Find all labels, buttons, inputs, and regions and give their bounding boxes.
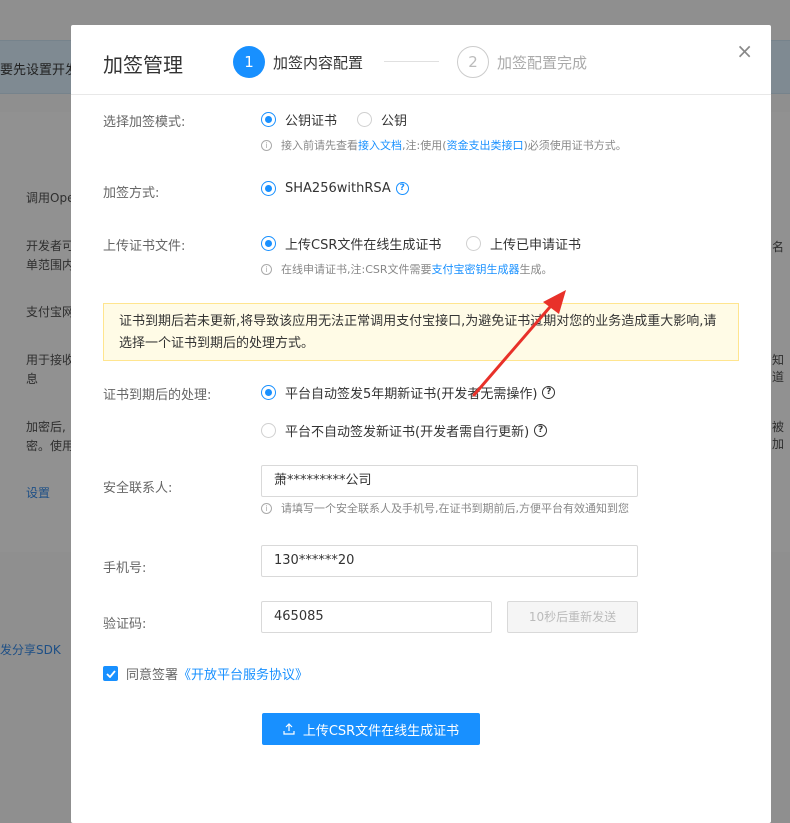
background-text: 密。使用 <box>26 439 75 453</box>
hint-text: 在线申请证书,注:CSR文件需要 <box>281 263 432 276</box>
step-1-number: 1 <box>233 46 265 78</box>
info-icon: i <box>261 263 272 275</box>
hint-text: 接入前请先查看 <box>281 139 358 152</box>
step-2: 2 加签配置完成 <box>457 46 587 78</box>
step-connector <box>384 61 439 62</box>
phone-input[interactable]: 130******20 <box>261 545 638 577</box>
background-text: 用于接收 <box>26 353 75 367</box>
phone-label: 手机号: <box>103 561 147 576</box>
key-generator-link[interactable]: 支付宝密钥生成器 <box>432 261 520 277</box>
sign-management-modal: 加签管理 1 加签内容配置 2 加签配置完成 × 选择加签模式: 公钥证书 公钥… <box>71 25 771 823</box>
radio-public-key-cert[interactable]: 公钥证书 <box>261 110 337 129</box>
radio-label: 公钥证书 <box>285 114 338 129</box>
sign-mode-label: 选择加签模式: <box>103 115 186 130</box>
radio-checked-icon <box>261 181 276 196</box>
radio-checked-icon <box>261 385 276 400</box>
radio-unchecked-icon <box>261 423 276 438</box>
background-settings-link[interactable]: 设置 <box>26 484 50 503</box>
agreement-checkbox[interactable] <box>103 666 118 681</box>
agreement-row: 同意签署 《开放平台服务协议》 <box>103 664 308 683</box>
radio-unchecked-icon <box>357 112 372 127</box>
help-icon[interactable]: ? <box>534 424 548 437</box>
contact-input[interactable]: 萧*********公司 <box>261 465 638 497</box>
radio-public-key[interactable]: 公钥 <box>357 110 407 129</box>
modal-header: 加签管理 1 加签内容配置 2 加签配置完成 × <box>71 25 771 95</box>
agreement-link[interactable]: 《开放平台服务协议》 <box>178 664 308 683</box>
step-2-label: 加签配置完成 <box>497 53 588 72</box>
access-doc-link[interactable]: 接入文档 <box>358 137 402 153</box>
upload-csr-button-label: 上传CSR文件在线生成证书 <box>302 723 460 739</box>
radio-label: 上传CSR文件在线生成证书 <box>285 238 442 253</box>
background-text: 单范围内 <box>26 258 75 272</box>
hint-text: ,注:使用( <box>402 139 447 152</box>
code-label: 验证码: <box>103 617 147 632</box>
radio-checked-icon <box>261 112 276 127</box>
radio-label: SHA256withRSA <box>285 181 391 196</box>
background-text: 加密后, <box>26 420 66 434</box>
fund-interface-link[interactable]: 资金支出类接口 <box>447 137 524 153</box>
background-banner-text: 要先设置开发 <box>0 63 79 78</box>
background-text: 知道 <box>772 353 785 384</box>
hint-text: 生成。 <box>519 263 553 276</box>
agreement-text: 同意签署 <box>126 668 179 683</box>
background-text: 调用Ope <box>26 191 75 205</box>
code-input[interactable]: 465085 <box>261 601 492 633</box>
radio-checked-icon <box>261 236 276 251</box>
radio-label: 公钥 <box>381 114 408 129</box>
resend-code-button[interactable]: 10秒后重新发送 <box>507 601 638 633</box>
radio-unchecked-icon <box>466 236 481 251</box>
upload-csr-button[interactable]: 上传CSR文件在线生成证书 <box>262 713 480 745</box>
step-1: 1 加签内容配置 <box>233 46 363 78</box>
expiry-label: 证书到期后的处理: <box>103 388 212 403</box>
radio-upload-existing[interactable]: 上传已申请证书 <box>466 234 581 253</box>
hint-text: 请填写一个安全联系人及手机号,在证书到期前后,方便平台有效通知到您 <box>281 502 629 515</box>
background-sdk-link[interactable]: 发分享SDK <box>0 641 61 660</box>
upload-icon <box>283 723 295 735</box>
radio-label: 平台不自动签发新证书(开发者需自行更新) <box>285 425 530 440</box>
background-text: 开发者可 <box>26 239 75 253</box>
background-text: 支付宝网 <box>26 305 75 319</box>
step-2-number: 2 <box>457 46 489 78</box>
radio-sha256[interactable]: SHA256withRSA ? <box>261 181 409 196</box>
radio-upload-csr[interactable]: 上传CSR文件在线生成证书 <box>261 234 441 253</box>
sign-method-label: 加签方式: <box>103 186 160 201</box>
step-1-label: 加签内容配置 <box>273 53 364 72</box>
contact-label: 安全联系人: <box>103 481 173 496</box>
radio-no-auto-issue[interactable]: 平台不自动签发新证书(开发者需自行更新) ? <box>261 421 548 440</box>
background-text: 息 <box>26 372 39 386</box>
upload-cert-label: 上传证书文件: <box>103 239 186 254</box>
close-icon[interactable]: × <box>736 41 753 61</box>
info-icon: i <box>261 502 272 514</box>
upload-cert-hint: i 在线申请证书,注:CSR文件需要 支付宝密钥生成器 生成。 <box>261 261 553 277</box>
check-icon <box>105 669 116 678</box>
annotation-arrow-icon <box>472 290 566 397</box>
help-icon[interactable]: ? <box>395 182 409 195</box>
sign-mode-hint: i 接入前请先查看 接入文档 ,注:使用( 资金支出类接口 )必须使用证书方式。 <box>261 137 627 153</box>
background-text: 被加 <box>772 420 785 451</box>
background-text: 名 <box>772 240 785 254</box>
hint-text: )必须使用证书方式。 <box>523 139 627 152</box>
info-icon: i <box>261 139 272 151</box>
contact-hint: i 请填写一个安全联系人及手机号,在证书到期前后,方便平台有效通知到您 <box>261 500 629 516</box>
expiry-warning-alert: 证书到期后若未更新,将导致该应用无法正常调用支付宝接口,为避免证书过期对您的业务… <box>103 303 739 361</box>
modal-title: 加签管理 <box>103 53 183 77</box>
radio-label: 上传已申请证书 <box>490 238 582 253</box>
